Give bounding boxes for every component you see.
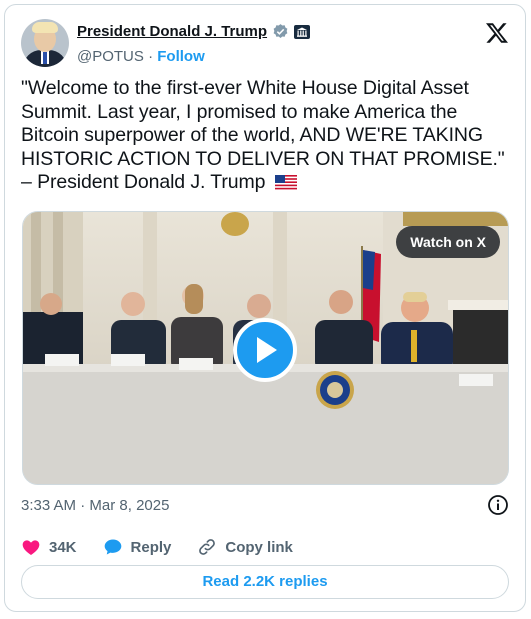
play-icon bbox=[257, 337, 277, 363]
handle-separator: · bbox=[143, 48, 158, 65]
tweet-text: "Welcome to the first-ever White House D… bbox=[21, 77, 511, 195]
speech-bubble-icon bbox=[104, 539, 121, 555]
us-flag-icon bbox=[274, 173, 297, 190]
like-count: 34K bbox=[49, 538, 77, 556]
tweet-header: President Donald J. Trump @POTUS · Follo… bbox=[21, 17, 509, 71]
timestamp-separator: · bbox=[76, 497, 90, 514]
like-button[interactable]: 34K bbox=[21, 537, 77, 557]
info-icon[interactable] bbox=[487, 494, 509, 516]
verified-badge-icon bbox=[272, 23, 289, 40]
tweet-body: "Welcome to the first-ever White House D… bbox=[21, 77, 505, 193]
reply-button[interactable]: Reply bbox=[103, 537, 172, 557]
link-icon bbox=[199, 539, 216, 555]
copy-link-label: Copy link bbox=[225, 538, 293, 556]
tweet-date: Mar 8, 2025 bbox=[89, 497, 170, 514]
watch-on-x-button[interactable]: Watch on X bbox=[396, 226, 500, 258]
tweet-timestamp[interactable]: 3:33 AM · Mar 8, 2025 bbox=[21, 497, 169, 514]
author-name-row: President Donald J. Trump bbox=[77, 23, 311, 40]
avatar[interactable] bbox=[21, 19, 69, 67]
author-handle-row: @POTUS · Follow bbox=[77, 48, 205, 65]
action-bar: 34K Reply Copy link bbox=[21, 535, 319, 559]
read-replies-button[interactable]: Read 2.2K replies bbox=[21, 565, 509, 599]
play-button[interactable] bbox=[233, 318, 297, 382]
follow-button[interactable]: Follow bbox=[157, 48, 205, 65]
tweet-time: 3:33 AM bbox=[21, 497, 77, 514]
copy-link-button[interactable]: Copy link bbox=[197, 537, 293, 557]
x-logo-icon[interactable] bbox=[485, 21, 509, 45]
heart-icon bbox=[22, 540, 40, 555]
video-player[interactable]: Watch on X bbox=[22, 211, 509, 485]
white-house-icon bbox=[294, 24, 311, 39]
author-display-name[interactable]: President Donald J. Trump bbox=[77, 23, 267, 40]
tweet-card: President Donald J. Trump @POTUS · Follo… bbox=[4, 4, 526, 612]
author-handle[interactable]: @POTUS bbox=[77, 48, 144, 65]
reply-label: Reply bbox=[130, 538, 172, 556]
